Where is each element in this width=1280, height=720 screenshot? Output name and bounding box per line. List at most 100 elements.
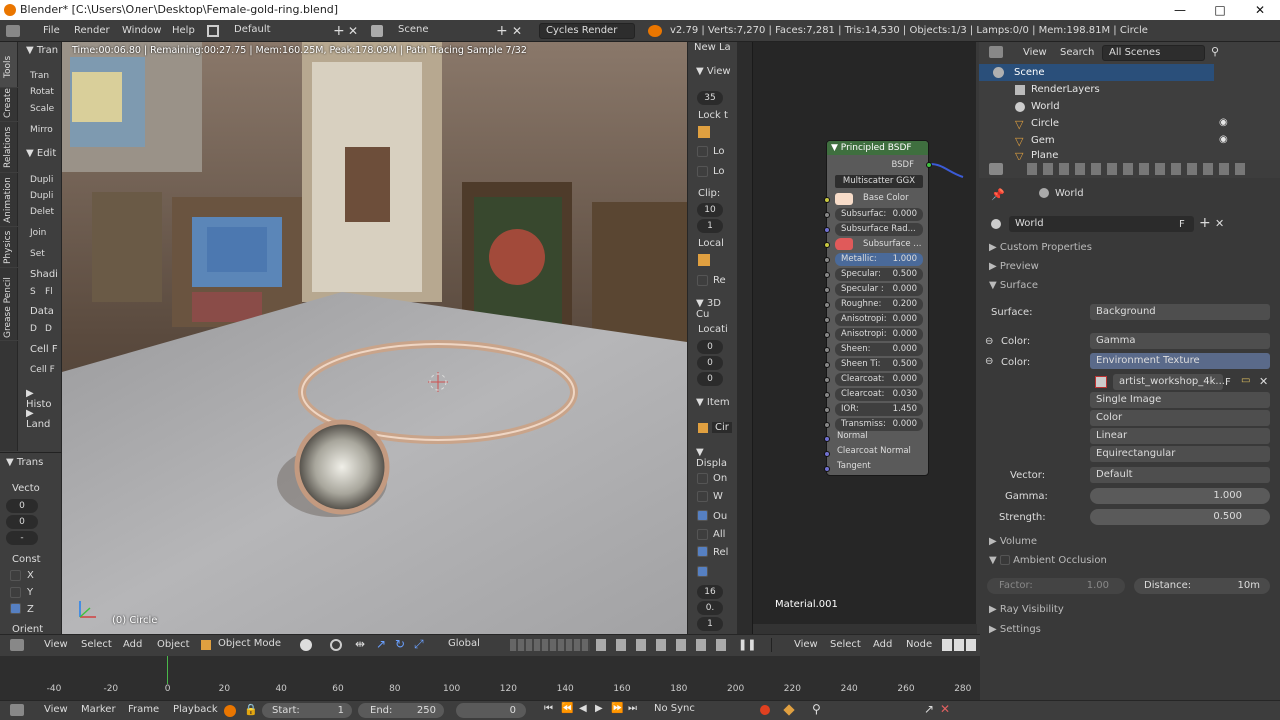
unlink-world-icon[interactable]: ✕: [1215, 217, 1224, 230]
duplicate-linked-button[interactable]: Dupli: [27, 189, 57, 203]
world-name-field[interactable]: World: [1009, 216, 1194, 232]
node-input-row[interactable]: IOR: 1.450: [835, 403, 923, 416]
node-menu-add[interactable]: Add: [873, 639, 892, 650]
layers-grid[interactable]: [510, 639, 590, 651]
section-volume[interactable]: ▶ Volume: [989, 536, 1037, 547]
interpolation-dropdown[interactable]: Linear: [1090, 428, 1270, 444]
outliner-row-scene[interactable]: Scene: [979, 64, 1214, 81]
editor-type-icon[interactable]: [6, 25, 20, 37]
data-button-1[interactable]: D: [27, 322, 41, 336]
node-menu-view[interactable]: View: [794, 639, 818, 650]
bsdf-output-socket[interactable]: [926, 162, 932, 168]
viewport-menu-view[interactable]: View: [44, 639, 68, 650]
section-ray-visibility[interactable]: ▶ Ray Visibility: [989, 604, 1064, 615]
delete-button[interactable]: Delet: [27, 205, 57, 219]
node-input-socket[interactable]: [824, 242, 830, 248]
constraint-z-checkbox[interactable]: [10, 603, 21, 614]
node-input-socket[interactable]: [824, 272, 830, 278]
timeline-menu-playback[interactable]: Playback: [173, 704, 218, 715]
outliner-row-world[interactable]: World: [979, 98, 1269, 115]
cursor-z-field[interactable]: 0: [697, 372, 723, 386]
scale-button[interactable]: Scale: [27, 102, 57, 116]
lock-1-checkbox[interactable]: [697, 146, 708, 157]
prev-keyframe-icon[interactable]: ⏪: [561, 703, 573, 714]
node-input-row[interactable]: Anisotropi: 0.000: [835, 313, 923, 326]
node-input-row[interactable]: Specular: 0.500: [835, 268, 923, 281]
surface-dropdown[interactable]: Background: [1090, 304, 1270, 320]
display-header[interactable]: ▼ Displa: [696, 447, 737, 469]
edit-header[interactable]: ▼ Edit: [26, 148, 56, 159]
set-origin-button[interactable]: Set: [27, 247, 57, 261]
image-icon[interactable]: [1095, 376, 1107, 388]
node-input-row[interactable]: Metallic: 1.000: [835, 253, 923, 266]
timeline-menu-frame[interactable]: Frame: [128, 704, 159, 715]
jump-end-icon[interactable]: ⏭: [628, 703, 637, 714]
flat-button[interactable]: Fl: [42, 285, 56, 299]
start-frame-field[interactable]: Start: 1: [262, 703, 352, 718]
land-header[interactable]: ▶ Land: [26, 408, 61, 430]
vector-dropdown[interactable]: Default: [1090, 467, 1270, 483]
outliner-search-icon[interactable]: ⚲: [1211, 45, 1219, 58]
duplicate-button[interactable]: Dupli: [27, 173, 57, 187]
tab-grease-pencil[interactable]: Grease Pencil: [0, 268, 18, 340]
node-input-row[interactable]: Subsurface Rad...: [835, 223, 923, 236]
open-folder-icon[interactable]: ▭: [1241, 375, 1250, 386]
outliner-filter-dropdown[interactable]: All Scenes: [1102, 45, 1205, 61]
outliner-row-plane[interactable]: ▽ Plane: [979, 149, 1269, 160]
manipulator-icon[interactable]: ⇹: [355, 637, 365, 651]
node-tree-type-icons[interactable]: [942, 639, 976, 651]
outliner-row-renderlayers[interactable]: RenderLayers: [979, 81, 1269, 98]
node-input-row[interactable]: Specular : 0.000: [835, 283, 923, 296]
menu-file[interactable]: File: [43, 20, 60, 42]
current-frame-field[interactable]: 0: [456, 703, 526, 718]
tab-create[interactable]: Create: [0, 88, 18, 121]
node-input-socket[interactable]: [824, 362, 830, 368]
translate-manipulator-icon[interactable]: ↗: [376, 637, 386, 651]
constraint-y-checkbox[interactable]: [10, 587, 21, 598]
color1-socket-icon[interactable]: ⊖: [985, 336, 993, 347]
node-input-socket[interactable]: [824, 227, 830, 233]
display-6-checkbox[interactable]: [697, 566, 708, 577]
end-frame-field[interactable]: End: 250: [358, 703, 444, 718]
sync-dropdown[interactable]: No Sync: [648, 702, 748, 718]
viewport-editor-icon[interactable]: [10, 639, 24, 651]
gamma-slider[interactable]: 1.000: [1090, 488, 1270, 504]
tab-animation[interactable]: Animation: [0, 173, 18, 226]
ao-factor-slider[interactable]: Factor: 1.00: [987, 578, 1125, 594]
timeline[interactable]: -40 -20 0 20 40 60 80 100 120 140 160 180 200 220 240 2…: [0, 656, 980, 700]
add-layout-icon[interactable]: +: [333, 20, 345, 42]
new-layer-button[interactable]: New La: [694, 42, 731, 53]
tab-relations[interactable]: Relations: [0, 122, 18, 172]
node-input-socket[interactable]: [824, 407, 830, 413]
remove-layout-icon[interactable]: ✕: [348, 20, 358, 42]
timeline-editor-icon[interactable]: [10, 704, 24, 716]
pin-icon[interactable]: 📌: [991, 188, 1005, 201]
display-3-checkbox[interactable]: [697, 510, 708, 521]
node-input-socket[interactable]: [824, 347, 830, 353]
orientation-dropdown[interactable]: Global: [442, 637, 502, 653]
render-border-checkbox[interactable]: [697, 275, 708, 286]
current-frame-line[interactable]: [167, 656, 168, 684]
clearcoat-normal-socket[interactable]: [824, 451, 830, 457]
outliner-menu-search[interactable]: Search: [1060, 47, 1094, 58]
node-input-row[interactable]: Subsurfac: 0.000: [835, 208, 923, 221]
lock-2-checkbox[interactable]: [697, 166, 708, 177]
lock-object-icon[interactable]: [698, 126, 710, 138]
base-color-socket[interactable]: [824, 197, 830, 203]
jump-start-icon[interactable]: ⏮: [544, 703, 553, 714]
node-input-row[interactable]: Clearcoat: 0.000: [835, 373, 923, 386]
maximize-button[interactable]: □: [1200, 0, 1240, 20]
node-input-row[interactable]: Roughne: 0.200: [835, 298, 923, 311]
constraint-x-checkbox[interactable]: [10, 570, 21, 581]
minimize-button[interactable]: —: [1160, 0, 1200, 20]
cursor-y-field[interactable]: 0: [697, 356, 723, 370]
node-input-row[interactable]: Sheen: 0.000: [835, 343, 923, 356]
tab-tools[interactable]: Tools: [0, 42, 18, 87]
menu-render[interactable]: Render: [74, 20, 110, 42]
properties-editor-icon[interactable]: [989, 163, 1003, 175]
color2-dropdown[interactable]: Environment Texture: [1090, 353, 1270, 369]
cell-fracture-button[interactable]: Cell F: [27, 363, 57, 377]
snap-render-icons[interactable]: [596, 639, 726, 651]
node-input-socket[interactable]: [824, 302, 830, 308]
insert-key-icon[interactable]: ↗: [924, 702, 934, 716]
